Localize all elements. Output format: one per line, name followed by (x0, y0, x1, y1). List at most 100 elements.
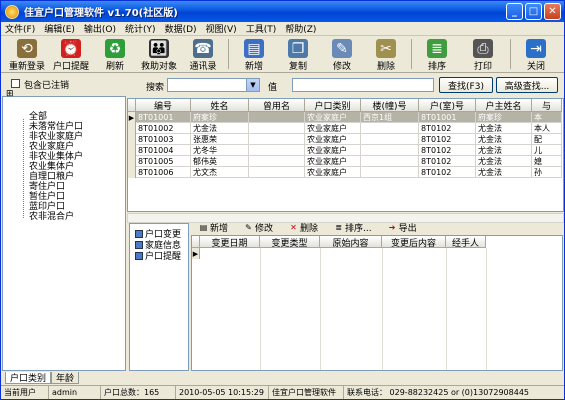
find-button[interactable]: 查找(F3) (439, 77, 493, 93)
search-value-input[interactable] (292, 78, 434, 92)
detail-sort-button[interactable]: ≣ 排序... (334, 221, 371, 234)
column-header[interactable]: 变更日期 (200, 236, 260, 249)
menu-file[interactable]: 文件(F) (5, 22, 35, 35)
table-cell[interactable] (249, 167, 305, 178)
table-cell[interactable]: 孙 (532, 167, 562, 178)
table-row[interactable]: ▶ 8T01001 府案珍 农业家庭户 西京1组 8T01001 府案珍本 (128, 112, 562, 123)
table-cell[interactable]: 8T0102 (419, 156, 476, 167)
table-row[interactable]: 8T01003 张惠荣 农业家庭户 8T0102 尤金法配 (128, 134, 562, 145)
column-header[interactable]: 原始内容 (320, 236, 382, 249)
table-cell[interactable]: 8T0102 (419, 134, 476, 145)
table-row[interactable]: 8T01004 尤冬华 农业家庭户 8T0102 尤金法儿 (128, 145, 562, 156)
table-cell[interactable]: 尤文杰 (191, 167, 249, 178)
minimize-button[interactable]: _ (506, 3, 523, 20)
table-cell[interactable]: 农业家庭户 (305, 112, 361, 123)
table-cell[interactable]: 8T01001 (419, 112, 476, 123)
table-cell[interactable] (361, 123, 419, 134)
table-cell[interactable]: 尤金法 (476, 134, 532, 145)
detail-nav-reminder[interactable]: 户口提醒 (135, 249, 181, 262)
edit-button[interactable]: ✎ 修改 (320, 37, 364, 72)
table-cell[interactable] (249, 156, 305, 167)
advanced-find-button[interactable]: 高级查找... (496, 77, 558, 93)
table-cell[interactable]: 农业家庭户 (305, 145, 361, 156)
table-cell[interactable]: 尤金法 (476, 145, 532, 156)
detail-delete-button[interactable]: ✕ 删除 (289, 221, 318, 234)
column-header[interactable]: 户(室)号 (419, 99, 476, 112)
column-header[interactable]: 户主姓名 (476, 99, 532, 112)
detail-new-button[interactable]: ▤ 新增 (199, 221, 228, 234)
new-button[interactable]: ▤ 新增 (232, 37, 276, 72)
table-cell[interactable]: 8T01001 (136, 112, 191, 123)
table-cell[interactable] (361, 156, 419, 167)
table-cell[interactable]: 农业家庭户 (305, 123, 361, 134)
table-cell[interactable]: 张惠荣 (191, 134, 249, 145)
table-cell[interactable] (249, 123, 305, 134)
table-cell[interactable]: 尤金法 (476, 156, 532, 167)
title-bar[interactable]: 佳宜户口管理软件 v1.70(社区版) _ □ ✕ (1, 1, 564, 22)
table-cell[interactable]: 媳 (532, 156, 562, 167)
exit-button[interactable]: ⇥ 关闭 (514, 37, 558, 72)
table-cell[interactable]: 8T01004 (136, 145, 191, 156)
table-cell[interactable]: 西京1组 (361, 112, 419, 123)
column-header[interactable]: 与 (532, 99, 562, 112)
table-cell[interactable]: 尤冬华 (191, 145, 249, 156)
table-row[interactable]: 8T01005 郁伟英 农业家庭户 8T0102 尤金法媳 (128, 156, 562, 167)
table-cell[interactable]: 8T0102 (419, 145, 476, 156)
tree-item[interactable]: 农非混合户 (29, 209, 74, 222)
table-cell[interactable] (249, 112, 305, 123)
table-cell[interactable]: 8T0102 (419, 167, 476, 178)
table-cell[interactable]: 郁伟英 (191, 156, 249, 167)
column-header[interactable]: 变更后内容 (382, 236, 446, 249)
column-header[interactable]: 户口类别 (305, 99, 361, 112)
table-cell[interactable]: 配 (532, 134, 562, 145)
table-cell[interactable] (249, 134, 305, 145)
table-cell[interactable]: 本人 (532, 123, 562, 134)
table-cell[interactable]: 8T0102 (419, 123, 476, 134)
table-cell[interactable]: 8T01003 (136, 134, 191, 145)
table-row[interactable]: 8T01002 尤金法 农业家庭户 8T0102 尤金法 本人 (128, 123, 562, 134)
menu-data[interactable]: 数据(D) (165, 22, 197, 35)
table-cell[interactable]: 8T01002 (136, 123, 191, 134)
aid-recipients-button[interactable]: 👪 救助对象 (137, 37, 181, 72)
table-cell[interactable]: 本 (532, 112, 562, 123)
search-field-select[interactable]: ▼ (167, 78, 260, 92)
menu-view[interactable]: 视图(V) (206, 22, 237, 35)
menu-output[interactable]: 输出(O) (84, 22, 116, 35)
table-cell[interactable]: 尤金法 (476, 167, 532, 178)
column-header[interactable]: 姓名 (191, 99, 249, 112)
table-cell[interactable]: 农业家庭户 (305, 134, 361, 145)
table-cell[interactable]: 农业家庭户 (305, 167, 361, 178)
column-header[interactable]: 楼(幢)号 (361, 99, 419, 112)
print-button[interactable]: ⎙ 打印 (459, 37, 507, 72)
contacts-button[interactable]: ☎ 通讯录 (181, 37, 225, 72)
table-row[interactable]: 8T01006 尤文杰 农业家庭户 8T0102 尤金法孙 (128, 167, 562, 178)
close-button[interactable]: ✕ (544, 3, 561, 20)
relogin-button[interactable]: ⟲ 重新登录 (5, 37, 49, 72)
column-header[interactable]: 变更类型 (260, 236, 320, 249)
column-header[interactable]: 曾用名 (249, 99, 305, 112)
column-header[interactable]: 编号 (136, 99, 191, 112)
table-cell[interactable] (361, 134, 419, 145)
table-cell[interactable]: 府案珍 (191, 112, 249, 123)
menu-help[interactable]: 帮助(Z) (285, 22, 316, 35)
menu-edit[interactable]: 编辑(E) (44, 22, 75, 35)
sort-button[interactable]: ≣ 排序 (415, 37, 459, 72)
refresh-button[interactable]: ♻ 刷新 (93, 37, 137, 72)
tab-age[interactable]: 年龄 (51, 372, 80, 384)
table-cell[interactable]: 尤金法 (191, 123, 249, 134)
table-cell[interactable]: 农业家庭户 (305, 156, 361, 167)
detail-export-button[interactable]: ➔ 导出 (388, 221, 417, 234)
tab-category[interactable]: 户口类别 (5, 372, 52, 384)
include-cancelled-checkbox[interactable] (11, 79, 20, 88)
delete-button[interactable]: ✂ 删除 (364, 37, 408, 72)
table-cell[interactable]: 8T01006 (136, 167, 191, 178)
menu-tools[interactable]: 工具(T) (246, 22, 277, 35)
column-header[interactable]: 经手人 (446, 236, 486, 249)
table-cell[interactable]: 府案珍 (476, 112, 532, 123)
maximize-button[interactable]: □ (525, 3, 542, 20)
menu-statistics[interactable]: 统计(Y) (125, 22, 156, 35)
table-cell[interactable] (361, 145, 419, 156)
table-cell[interactable] (361, 167, 419, 178)
copy-button[interactable]: ❐ 复制 (276, 37, 320, 72)
reminder-button[interactable]: ⏰ 户口提醒 (49, 37, 93, 72)
